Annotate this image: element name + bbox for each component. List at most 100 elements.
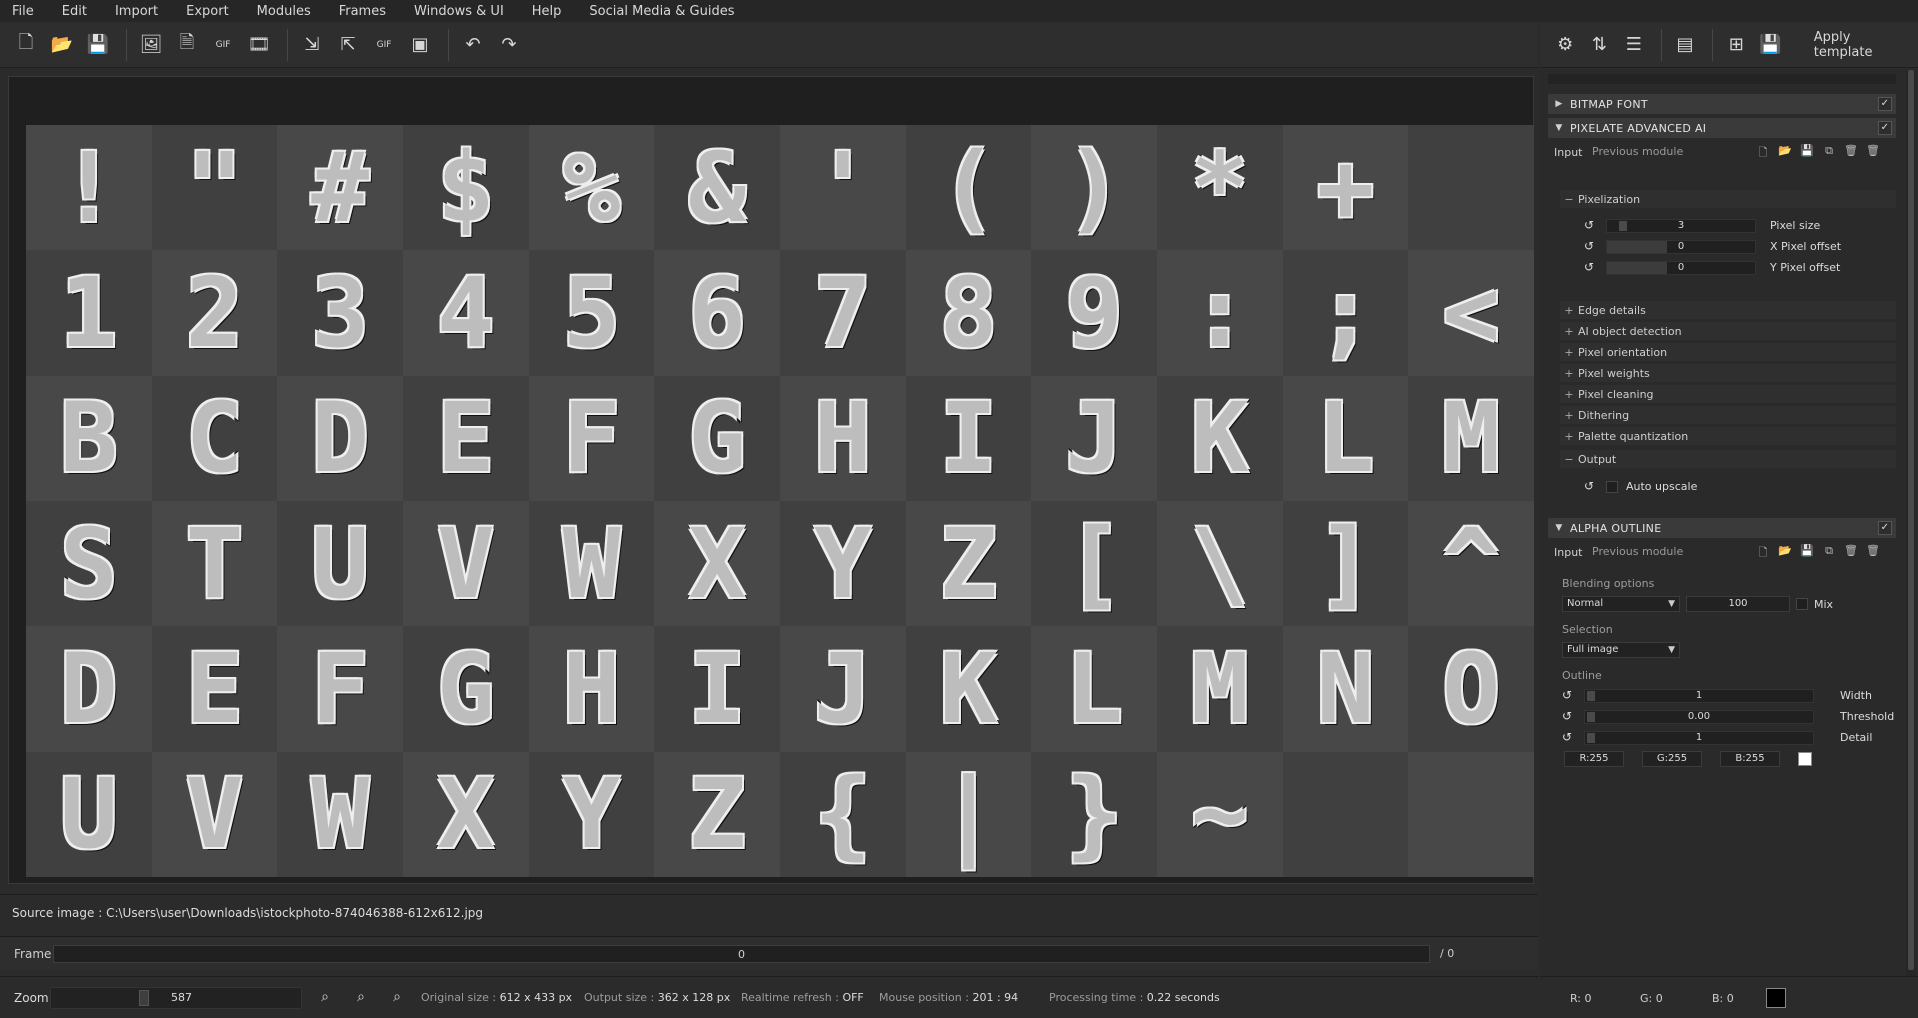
x-offset-slider[interactable]: 0 [1606, 240, 1756, 254]
outline-blue-field[interactable]: B:255 [1720, 751, 1780, 767]
redo-icon[interactable]: ↷ [493, 29, 525, 61]
expand-icon[interactable]: ▶ [1548, 99, 1570, 109]
zoom-fit-icon[interactable]: ⌕ [388, 989, 406, 1007]
section-edge-details[interactable]: + Edge details [1560, 301, 1896, 319]
outline-red-field[interactable]: R:255 [1564, 751, 1624, 767]
expand-icon[interactable]: + [1560, 367, 1578, 380]
new-icon[interactable]: 🗋 [1752, 544, 1774, 563]
reset-icon[interactable]: ↺ [1584, 239, 1594, 253]
zoom-in-icon[interactable]: ⌕ [352, 989, 370, 1007]
gif-icon[interactable]: GIF [207, 29, 239, 61]
section-pixel-orientation[interactable]: + Pixel orientation [1560, 343, 1896, 361]
save-icon[interactable]: 💾 [1796, 544, 1818, 563]
module-enabled-checkbox[interactable]: ✓ [1878, 97, 1892, 111]
duplicate-icon[interactable]: ⧉ [1818, 544, 1840, 563]
reset-icon[interactable]: ↺ [1562, 688, 1572, 702]
zoom-out-icon[interactable]: ⌕ [316, 989, 334, 1007]
module-list-icon[interactable]: ☰ [1619, 29, 1649, 61]
image-viewport[interactable]: ! " # $% & '() * +1 2 3 4 5 6 7 8 9:; < B C D E F G H I J K L M S T U V W… [8, 76, 1534, 884]
section-ai-object-detection[interactable]: + AI object detection [1560, 322, 1896, 340]
frame-slider[interactable]: 0 [53, 945, 1430, 963]
open-image-icon[interactable]: 🖼 [135, 29, 167, 61]
open-icon[interactable]: 📂 [1774, 144, 1796, 163]
section-output[interactable]: − Output [1560, 450, 1896, 468]
module-enabled-checkbox[interactable]: ✓ [1878, 521, 1892, 535]
previous-module-tab[interactable]: Previous module [1592, 145, 1683, 158]
import-frames-icon[interactable]: ⇲ [296, 29, 328, 61]
y-offset-slider[interactable]: 0 [1606, 261, 1756, 275]
zoom-slider[interactable]: 587 [50, 987, 302, 1009]
module-header-bitmap-font[interactable]: ▶ BITMAP FONT ✓ [1548, 94, 1896, 114]
menu-item-modules[interactable]: Modules [257, 4, 311, 19]
collapse-icon[interactable]: ▼ [1548, 123, 1570, 133]
module-header-pixelate-advanced-ai[interactable]: ▼ PIXELATE ADVANCED AI ✓ [1548, 118, 1896, 138]
expand-icon[interactable]: + [1560, 430, 1578, 443]
delete-icon[interactable]: 🗑 [1840, 144, 1862, 163]
auto-upscale-checkbox[interactable] [1606, 481, 1618, 493]
previous-module-tab[interactable]: Previous module [1592, 545, 1683, 558]
save-icon[interactable]: 💾 [82, 29, 114, 61]
menu-item-import[interactable]: Import [115, 4, 158, 19]
trash-icon[interactable]: 🗑 [1862, 144, 1884, 163]
save-icon[interactable]: 💾 [1796, 144, 1818, 163]
expand-icon[interactable]: + [1560, 346, 1578, 359]
reset-icon[interactable]: ↺ [1584, 479, 1594, 493]
expand-icon[interactable]: + [1560, 409, 1578, 422]
menu-item-frames[interactable]: Frames [339, 4, 386, 19]
menu-item-help[interactable]: Help [532, 4, 562, 19]
module-header-alpha-outline[interactable]: ▼ ALPHA OUTLINE ✓ [1548, 518, 1896, 538]
apply-template-button[interactable]: Apply template [1804, 26, 1918, 64]
expand-icon[interactable]: + [1560, 325, 1578, 338]
reset-icon[interactable]: ↺ [1562, 709, 1572, 723]
section-pixel-weights[interactable]: + Pixel weights [1560, 364, 1896, 382]
undo-icon[interactable]: ↶ [457, 29, 489, 61]
new-icon[interactable]: 🗋 [1752, 144, 1774, 163]
menu-item-edit[interactable]: Edit [62, 4, 87, 19]
menu-item-file[interactable]: File [12, 4, 34, 19]
scrollbar-thumb[interactable] [1908, 70, 1914, 970]
module-settings-icon[interactable]: ⚙ [1550, 29, 1580, 61]
menu-item-export[interactable]: Export [186, 4, 229, 19]
open-folder-icon[interactable]: 📂 [46, 29, 78, 61]
save-image-icon[interactable]: 🗎 [171, 29, 203, 61]
reset-icon[interactable]: ↺ [1584, 218, 1594, 232]
detail-slider[interactable]: 1 [1584, 731, 1814, 745]
pixelated-font-image[interactable]: ! " # $% & '() * +1 2 3 4 5 6 7 8 9:; < B C D E F G H I J K L M S T U V W… [26, 125, 1534, 877]
section-pixelization[interactable]: − Pixelization [1560, 190, 1896, 208]
threshold-slider[interactable]: 0.00 [1584, 710, 1814, 724]
module-enabled-checkbox[interactable]: ✓ [1878, 121, 1892, 135]
selection-select[interactable]: Full image ▼ [1562, 642, 1680, 658]
section-dithering[interactable]: + Dithering [1560, 406, 1896, 424]
expand-icon[interactable]: + [1560, 304, 1578, 317]
zoom-slider-handle[interactable] [139, 990, 149, 1006]
collapse-icon[interactable]: − [1560, 193, 1578, 206]
export-frames-icon[interactable]: ⇱ [332, 29, 364, 61]
menu-item-windows-ui[interactable]: Windows & UI [414, 4, 504, 19]
width-slider[interactable]: 1 [1584, 689, 1814, 703]
save-template-icon[interactable]: 💾 [1755, 29, 1785, 61]
reset-icon[interactable]: ↺ [1584, 260, 1594, 274]
realtime-refresh-stat[interactable]: Realtime refresh : OFF [741, 991, 864, 1004]
module-layout-icon[interactable]: ▤ [1670, 29, 1700, 61]
duplicate-icon[interactable]: ⧉ [1818, 144, 1840, 163]
outline-green-field[interactable]: G:255 [1642, 751, 1702, 767]
open-icon[interactable]: 📂 [1774, 544, 1796, 563]
add-template-icon[interactable]: ⊞ [1721, 29, 1751, 61]
input-tab[interactable]: Input [1554, 146, 1582, 159]
reset-icon[interactable]: ↺ [1562, 730, 1572, 744]
trash-icon[interactable]: 🗑 [1862, 544, 1884, 563]
mix-checkbox[interactable] [1796, 598, 1808, 610]
expand-icon[interactable]: + [1560, 388, 1578, 401]
export-video-icon[interactable]: ▣ [404, 29, 436, 61]
new-file-icon[interactable]: 🗋 [10, 29, 42, 61]
delete-icon[interactable]: 🗑 [1840, 544, 1862, 563]
blend-amount-field[interactable]: 100 [1686, 596, 1790, 612]
export-gif-icon[interactable]: GIF [368, 29, 400, 61]
section-pixel-cleaning[interactable]: + Pixel cleaning [1560, 385, 1896, 403]
collapse-icon[interactable]: ▼ [1548, 523, 1570, 533]
module-sort-icon[interactable]: ⇅ [1584, 29, 1614, 61]
section-palette-quantization[interactable]: + Palette quantization [1560, 427, 1896, 445]
menu-item-social-media-guides[interactable]: Social Media & Guides [589, 4, 734, 19]
video-icon[interactable]: 🎞 [243, 29, 275, 61]
collapse-icon[interactable]: − [1560, 453, 1578, 466]
